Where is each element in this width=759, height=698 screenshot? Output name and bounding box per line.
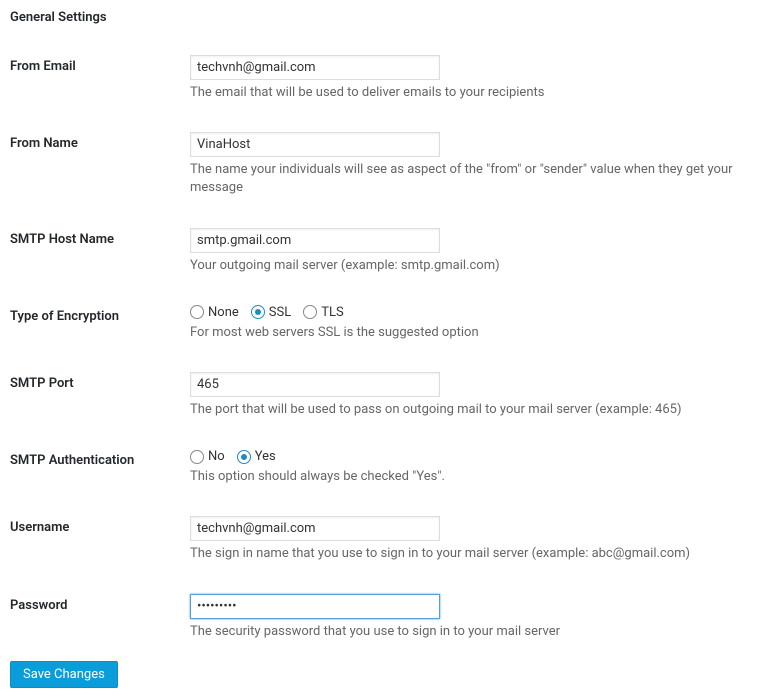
desc-username: The sign in name that you use to sign in… <box>190 545 749 563</box>
row-smtp-port: SMTP Port The port that will be used to … <box>10 362 749 439</box>
password-input[interactable] <box>190 594 440 619</box>
smtp-port-input[interactable] <box>190 372 440 397</box>
page-title: General Settings <box>10 10 749 25</box>
encryption-none-radio[interactable] <box>190 305 204 319</box>
auth-no-radio[interactable] <box>190 450 204 464</box>
label-from-name: From Name <box>10 122 190 217</box>
encryption-tls-label: TLS <box>321 305 343 320</box>
row-encryption: Type of Encryption None SSL TLS For most… <box>10 295 749 362</box>
encryption-ssl-label: SSL <box>269 305 291 320</box>
encryption-tls-option[interactable]: TLS <box>303 305 343 320</box>
label-smtp-host: SMTP Host Name <box>10 218 190 295</box>
row-password: Password The security password that you … <box>10 584 749 661</box>
desc-smtp-port: The port that will be used to pass on ou… <box>190 401 749 419</box>
auth-no-option[interactable]: No <box>190 449 225 464</box>
row-smtp-auth: SMTP Authentication No Yes This option s… <box>10 439 749 506</box>
auth-yes-option[interactable]: Yes <box>237 449 276 464</box>
username-input[interactable] <box>190 516 440 541</box>
from-email-input[interactable] <box>190 55 440 80</box>
encryption-none-option[interactable]: None <box>190 305 239 320</box>
smtp-host-input[interactable] <box>190 228 440 253</box>
save-button[interactable]: Save Changes <box>10 661 118 688</box>
row-username: Username The sign in name that you use t… <box>10 506 749 583</box>
desc-encryption: For most web servers SSL is the suggeste… <box>190 324 749 342</box>
row-smtp-host: SMTP Host Name Your outgoing mail server… <box>10 218 749 295</box>
desc-from-name: The name your individuals will see as as… <box>190 161 749 197</box>
encryption-tls-radio[interactable] <box>303 305 317 319</box>
encryption-none-label: None <box>208 305 239 320</box>
auth-yes-radio[interactable] <box>237 450 251 464</box>
desc-from-email: The email that will be used to deliver e… <box>190 84 749 102</box>
label-smtp-auth: SMTP Authentication <box>10 439 190 506</box>
from-name-input[interactable] <box>190 132 440 157</box>
auth-yes-label: Yes <box>255 449 276 464</box>
desc-smtp-host: Your outgoing mail server (example: smtp… <box>190 257 749 275</box>
label-encryption: Type of Encryption <box>10 295 190 362</box>
label-smtp-port: SMTP Port <box>10 362 190 439</box>
label-from-email: From Email <box>10 45 190 122</box>
settings-form: From Email The email that will be used t… <box>10 45 749 661</box>
row-from-email: From Email The email that will be used t… <box>10 45 749 122</box>
label-password: Password <box>10 584 190 661</box>
desc-smtp-auth: This option should always be checked "Ye… <box>190 468 749 486</box>
encryption-options: None SSL TLS <box>190 305 749 320</box>
desc-password: The security password that you use to si… <box>190 623 749 641</box>
encryption-ssl-radio[interactable] <box>251 305 265 319</box>
label-username: Username <box>10 506 190 583</box>
auth-options: No Yes <box>190 449 749 464</box>
auth-no-label: No <box>208 449 225 464</box>
row-from-name: From Name The name your individuals will… <box>10 122 749 217</box>
encryption-ssl-option[interactable]: SSL <box>251 305 291 320</box>
